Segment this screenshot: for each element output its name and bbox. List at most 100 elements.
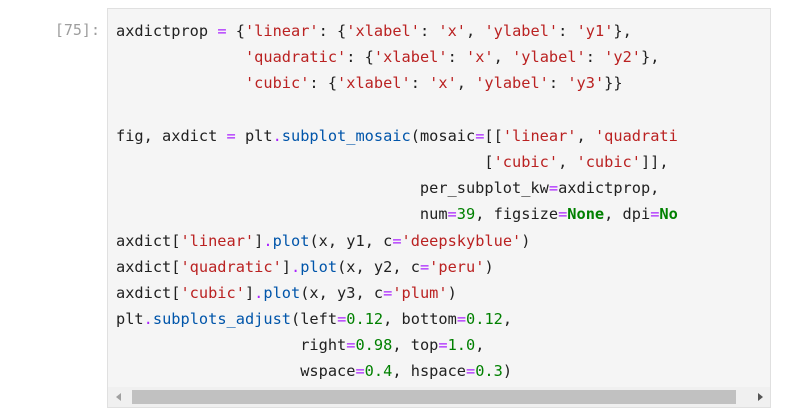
code-token: axdictprop <box>116 22 218 40</box>
code-token: = <box>226 126 236 145</box>
code-token: per_subplot_kw <box>116 179 549 198</box>
code-token: No <box>659 205 678 224</box>
code-token: 'cubic' <box>180 283 245 302</box>
code-line: 'quadratic': {'xlabel': 'x', 'ylabel': '… <box>116 44 678 70</box>
code-token: 'xlabel' <box>337 74 411 93</box>
code-token: , bottom <box>383 310 457 329</box>
notebook-code-cell: [75]: axdictprop = {'linear': {'xlabel':… <box>0 0 790 418</box>
code-token: . <box>291 257 301 276</box>
code-token: [[ <box>484 126 503 145</box>
code-line: right=0.98, top=1.0, <box>116 332 678 358</box>
code-token: 'cubic' <box>493 152 559 171</box>
code-token: axdict[ <box>116 283 181 302</box>
code-token: ] <box>244 283 255 302</box>
code-token: , <box>466 22 485 40</box>
code-token: = <box>548 179 559 198</box>
code-token: . <box>143 310 153 329</box>
code-token: ] <box>281 257 291 276</box>
code-text[interactable]: axdictprop = {'linear': {'xlabel': 'x', … <box>116 18 678 385</box>
code-token: plt <box>235 126 273 145</box>
code-token: ) <box>502 362 513 381</box>
code-token: 'ylabel' <box>484 22 559 40</box>
code-token: ) <box>484 257 494 276</box>
code-token: 0.4 <box>364 362 393 381</box>
horizontal-scrollbar[interactable] <box>108 387 770 407</box>
code-token: = <box>383 283 393 302</box>
code-token: num <box>116 205 448 224</box>
code-token: [ <box>116 152 494 171</box>
code-token: = <box>466 362 476 381</box>
code-token: None <box>567 205 605 224</box>
code-token: : { <box>346 48 374 67</box>
code-token: , <box>558 152 577 171</box>
code-line: plt.subplots_adjust(left=0.12, bottom=0.… <box>116 306 678 332</box>
code-token: , <box>456 74 476 93</box>
code-token: : <box>548 74 568 93</box>
code-token: subplots_adjust <box>152 310 292 329</box>
code-token: plot <box>300 257 338 276</box>
code-line: axdict['cubic'].plot(x, y3, c='plum') <box>116 280 678 306</box>
code-token: = <box>447 205 457 224</box>
code-token: 0.12 <box>466 310 503 329</box>
code-token: : <box>447 48 466 67</box>
execution-count-prompt: [75]: <box>54 21 100 39</box>
code-token: 'linear' <box>180 231 255 250</box>
code-token: : <box>558 22 577 40</box>
code-token: , hspace <box>392 362 466 381</box>
code-token: 'y1' <box>576 22 614 40</box>
code-token: 'y3' <box>567 74 605 93</box>
code-token: }, <box>613 22 632 40</box>
code-token: axdictprop, <box>558 179 660 198</box>
code-token: : <box>419 22 439 40</box>
code-token: 'xlabel' <box>373 48 448 67</box>
code-token: ) <box>447 283 457 302</box>
code-token: : <box>410 74 430 93</box>
code-line: axdict['quadratic'].plot(x, y2, c='peru'… <box>116 254 678 280</box>
code-token: : { <box>309 74 338 93</box>
code-token: . <box>263 231 273 250</box>
code-line: num=39, figsize=None, dpi=No <box>116 201 678 227</box>
triangle-right-icon <box>757 393 763 401</box>
code-token: , figsize <box>475 205 559 224</box>
code-token: 'plum' <box>392 283 448 302</box>
code-token: = <box>456 310 467 329</box>
code-token: plt <box>116 310 144 329</box>
scroll-left-button[interactable] <box>108 387 128 407</box>
code-token: 0.3 <box>475 362 503 381</box>
code-token: , <box>493 48 513 67</box>
code-token: fig, axdict <box>116 126 227 145</box>
code-editor[interactable]: axdictprop = {'linear': {'xlabel': 'x', … <box>107 8 771 408</box>
scroll-right-button[interactable] <box>750 387 770 407</box>
scrollbar-thumb[interactable] <box>132 390 736 404</box>
code-token: 'linear' <box>244 22 319 40</box>
code-line: wspace=0.4, hspace=0.3) <box>116 358 678 384</box>
code-token: : { <box>318 22 347 40</box>
code-token: { <box>226 22 245 40</box>
code-token: (mosaic <box>410 126 476 145</box>
code-token: , <box>475 336 485 355</box>
code-token: plot <box>263 283 301 302</box>
code-token: plot <box>272 231 310 250</box>
code-token: 'xlabel' <box>346 22 420 40</box>
code-token: = <box>419 257 430 276</box>
code-token: = <box>355 362 365 381</box>
code-token: axdict[ <box>116 257 181 276</box>
code-token: 'quadrati <box>594 126 678 145</box>
code-token: 'x' <box>438 22 467 40</box>
code-token: ) <box>521 231 531 250</box>
code-token: = <box>392 231 402 250</box>
code-token: : <box>585 48 605 67</box>
code-token: 'quadratic' <box>180 257 282 276</box>
code-token: right <box>116 336 347 355</box>
code-line: axdict['linear'].plot(x, y1, c='deepskyb… <box>116 228 678 254</box>
code-token: 'ylabel' <box>475 74 549 93</box>
code-token: 'linear' <box>502 126 577 145</box>
code-token: 'cubic' <box>244 74 310 93</box>
code-token: 39 <box>456 205 476 224</box>
code-token: = <box>558 205 568 224</box>
code-token: 'peru' <box>429 257 485 276</box>
code-token: 'deepskyblue' <box>401 231 522 250</box>
